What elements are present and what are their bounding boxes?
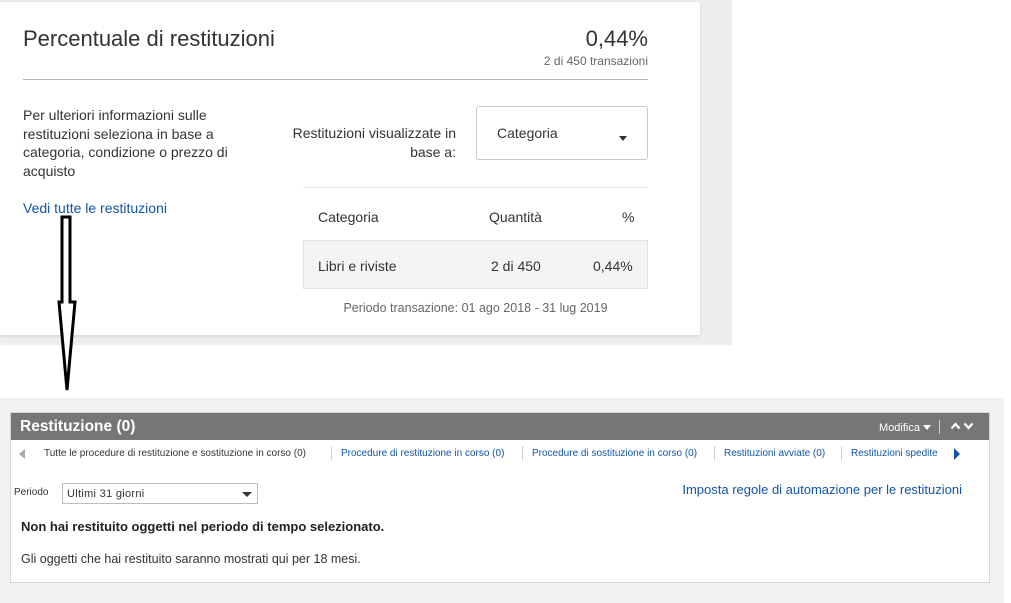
view-by-selected: Categoria bbox=[497, 125, 558, 141]
chevron-down-icon bbox=[619, 136, 627, 141]
period-label: Periodo bbox=[14, 487, 49, 498]
down-arrow-icon bbox=[57, 215, 77, 391]
table-divider bbox=[303, 187, 648, 188]
tab-returns-in-progress[interactable]: Procedure di restituzione in corso (0) bbox=[341, 448, 504, 459]
column-header-quantity: Quantità bbox=[489, 209, 542, 225]
automation-rules-link[interactable]: Imposta regole di automazione per le res… bbox=[682, 482, 962, 497]
returns-rate-title: Percentuale di restituzioni bbox=[23, 26, 275, 51]
divider bbox=[23, 79, 648, 80]
edit-menu-button[interactable]: Modifica bbox=[879, 422, 931, 434]
transaction-period: Periodo transazione: 01 ago 2018 - 31 lu… bbox=[343, 301, 608, 315]
returns-panel-header: Restituzione (0) Modifica bbox=[11, 413, 989, 440]
returns-rate-card: Percentuale di restituzioni 0,44% 2 di 4… bbox=[0, 2, 700, 335]
row-percent: 0,44% bbox=[593, 258, 633, 274]
tab-replacements-in-progress[interactable]: Procedure di sostituzione in corso (0) bbox=[532, 448, 697, 459]
view-by-label: Restituzioni visualizzate in base a: bbox=[292, 125, 456, 160]
returns-rate-description: Per ulteriori informazioni sulle restitu… bbox=[23, 107, 228, 179]
view-all-returns-link[interactable]: Vedi tutte le restituzioni bbox=[23, 200, 167, 216]
scroll-left-icon[interactable] bbox=[19, 449, 25, 459]
returns-panel: Restituzione (0) Modifica Tutte le proce… bbox=[10, 412, 990, 583]
chevron-up-icon[interactable] bbox=[950, 421, 961, 431]
returns-rate-subtext: 2 di 450 transazioni bbox=[543, 54, 648, 68]
view-by-dropdown[interactable]: Categoria bbox=[476, 106, 648, 160]
chevron-down-icon bbox=[242, 492, 252, 497]
returns-rate-percentage: 0,44% bbox=[585, 26, 648, 51]
tab-separator bbox=[714, 446, 715, 460]
tab-separator bbox=[841, 446, 842, 460]
chevron-down-icon[interactable] bbox=[963, 421, 974, 431]
returns-tab-bar: Tutte le procedure di restituzione e sos… bbox=[11, 440, 989, 468]
tab-returns-shipped[interactable]: Restituzioni spedite bbox=[851, 448, 938, 459]
row-quantity: 2 di 450 bbox=[491, 258, 541, 274]
tab-separator bbox=[331, 446, 332, 460]
tab-separator bbox=[522, 446, 523, 460]
column-header-percent: % bbox=[622, 209, 635, 225]
tab-all-procedures[interactable]: Tutte le procedure di restituzione e sos… bbox=[44, 448, 306, 459]
returns-panel-title: Restituzione (0) bbox=[20, 418, 136, 435]
caret-down-icon bbox=[923, 425, 931, 430]
period-select[interactable]: Ultimi 31 giorni bbox=[62, 483, 258, 504]
edit-menu-label: Modifica bbox=[879, 422, 920, 434]
scroll-right-icon[interactable] bbox=[954, 448, 960, 460]
row-category: Libri e riviste bbox=[318, 258, 397, 274]
empty-state-description: Gli oggetti che hai restituito saranno m… bbox=[21, 552, 361, 566]
header-separator bbox=[939, 420, 940, 434]
empty-state-title: Non hai restituito oggetti nel periodo d… bbox=[21, 519, 385, 534]
period-selected: Ultimi 31 giorni bbox=[67, 488, 145, 500]
column-header-category: Categoria bbox=[318, 209, 379, 225]
tab-returns-started[interactable]: Restituzioni avviate (0) bbox=[724, 448, 825, 459]
